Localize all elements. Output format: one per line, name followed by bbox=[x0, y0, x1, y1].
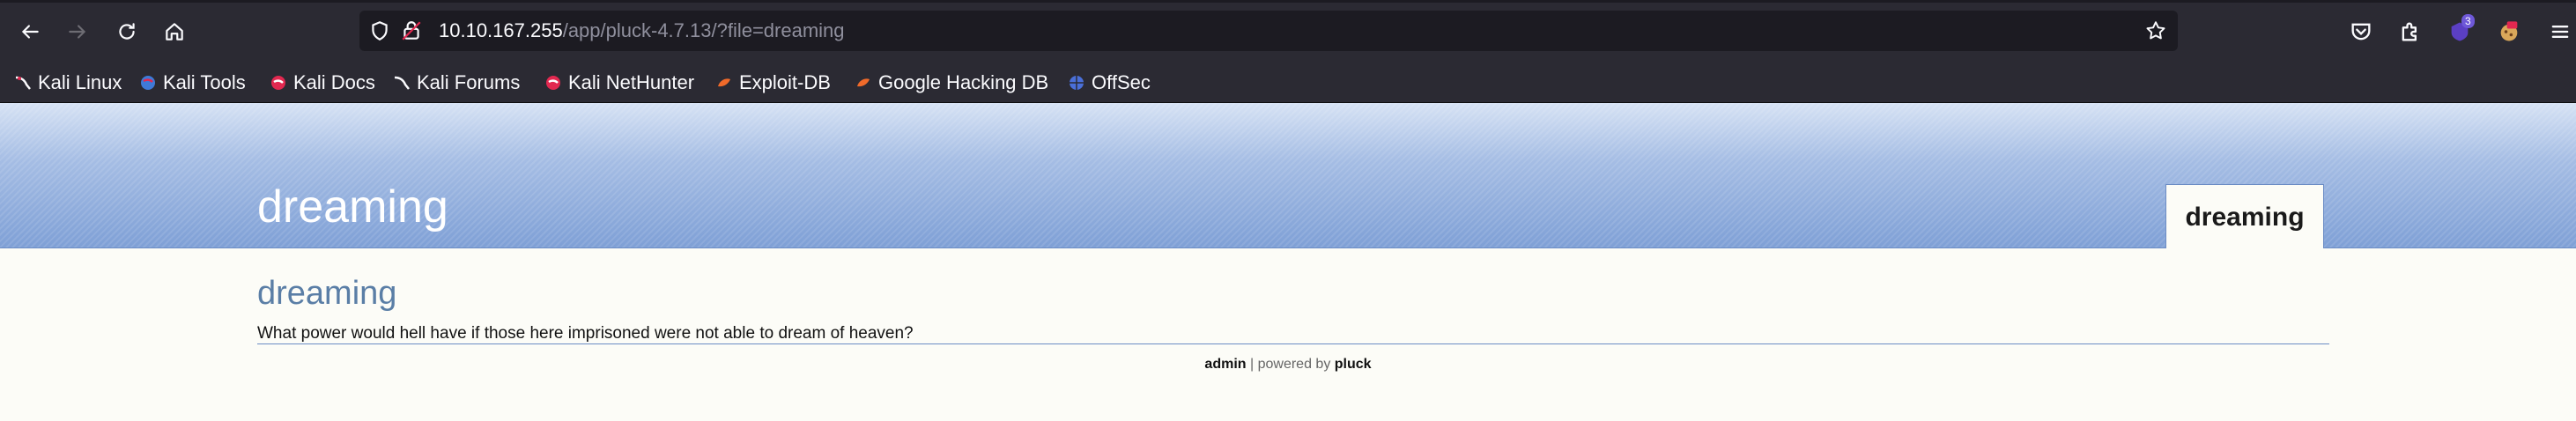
bookmark-kali-nethunter[interactable]: Kali NetHunter bbox=[544, 63, 694, 102]
forward-arrow-icon bbox=[69, 25, 86, 39]
home-button[interactable] bbox=[160, 18, 189, 46]
pocket-icon bbox=[2351, 23, 2371, 41]
address-bar[interactable]: 10.10.167.255/app/pluck-4.7.13/?file=dre… bbox=[359, 11, 2178, 51]
pluck-link[interactable]: pluck bbox=[1335, 357, 1372, 372]
extension-cookie-button[interactable] bbox=[2493, 16, 2525, 48]
bookmark-label: Exploit-DB bbox=[739, 71, 831, 93]
puzzle-icon bbox=[2402, 22, 2417, 41]
reload-icon bbox=[119, 23, 135, 40]
web-page: dreaming dreaming dreaming What power wo… bbox=[0, 103, 2576, 421]
bookmark-label: OffSec bbox=[1092, 71, 1151, 93]
kali-tools-icon bbox=[141, 76, 155, 90]
nav-tab-dreaming[interactable]: dreaming bbox=[2165, 184, 2324, 248]
bookmarks-toolbar: Kali Linux Kali Tools Kali Docs Kali For… bbox=[0, 63, 2576, 103]
bookmark-label: Kali NetHunter bbox=[568, 71, 695, 93]
pocket-button[interactable] bbox=[2345, 16, 2377, 48]
nav-tab-label: dreaming bbox=[2185, 203, 2305, 232]
bookmark-label: Kali Tools bbox=[163, 71, 246, 93]
bookmark-kali-forums[interactable]: Kali Forums bbox=[393, 63, 520, 102]
extension-hack-button[interactable]: 3 bbox=[2444, 14, 2476, 48]
exploit-db-icon bbox=[718, 78, 730, 87]
kali-nethunter-icon bbox=[546, 76, 560, 90]
url-text[interactable]: 10.10.167.255/app/pluck-4.7.13/?file=dre… bbox=[439, 11, 845, 51]
content-divider bbox=[257, 343, 2329, 344]
home-icon bbox=[166, 23, 183, 41]
bookmark-offsec[interactable]: OffSec bbox=[1068, 63, 1151, 102]
bookmark-kali-docs[interactable]: Kali Docs bbox=[270, 63, 375, 102]
reload-button[interactable] bbox=[113, 18, 141, 46]
site-title[interactable]: dreaming bbox=[257, 181, 448, 233]
bookmark-label: Google Hacking DB bbox=[878, 71, 1049, 93]
ghdb-icon bbox=[857, 78, 870, 87]
bookmark-label: Kali Linux bbox=[38, 71, 122, 93]
bookmark-exploit-db[interactable]: Exploit-DB bbox=[715, 63, 831, 102]
site-header: dreaming dreaming bbox=[0, 103, 2576, 248]
tracking-protection-shield-icon[interactable] bbox=[368, 19, 391, 42]
back-arrow-icon bbox=[21, 25, 39, 39]
bookmark-label: Kali Forums bbox=[417, 71, 521, 93]
offsec-icon bbox=[1070, 76, 1084, 90]
site-footer: admin | powered by pluck bbox=[0, 355, 2576, 374]
page-body-text: What power would hell have if those here… bbox=[257, 324, 914, 343]
browser-toolbar: 10.10.167.255/app/pluck-4.7.13/?file=dre… bbox=[0, 0, 2576, 63]
admin-link[interactable]: admin bbox=[1204, 357, 1246, 372]
extensions-button[interactable] bbox=[2395, 16, 2426, 48]
bookmark-kali-tools[interactable]: Kali Tools bbox=[139, 63, 246, 102]
cookie-extension-icon bbox=[2500, 21, 2518, 41]
kali-dragon-icon bbox=[15, 76, 31, 90]
hamburger-menu-icon bbox=[2551, 26, 2569, 38]
kali-forums-icon bbox=[394, 76, 410, 90]
bookmark-kali-linux[interactable]: Kali Linux bbox=[14, 63, 122, 102]
app-menu-button[interactable] bbox=[2544, 16, 2576, 48]
bookmark-label: Kali Docs bbox=[293, 71, 375, 93]
forward-button[interactable] bbox=[63, 18, 92, 46]
bookmark-star-icon[interactable] bbox=[2144, 19, 2167, 42]
page-title: dreaming bbox=[257, 275, 397, 312]
footer-powered-by: | powered by bbox=[1246, 357, 1335, 372]
url-path: /app/pluck-4.7.13/?file=dreaming bbox=[562, 19, 845, 41]
extension-badge: 3 bbox=[2461, 14, 2475, 28]
back-button[interactable] bbox=[16, 18, 44, 46]
url-host: 10.10.167.255 bbox=[439, 19, 563, 41]
kali-docs-icon bbox=[271, 76, 285, 90]
window-top-border bbox=[0, 0, 2576, 3]
bookmark-google-hacking-db[interactable]: Google Hacking DB bbox=[855, 63, 1048, 102]
insecure-lock-icon[interactable] bbox=[400, 19, 423, 42]
